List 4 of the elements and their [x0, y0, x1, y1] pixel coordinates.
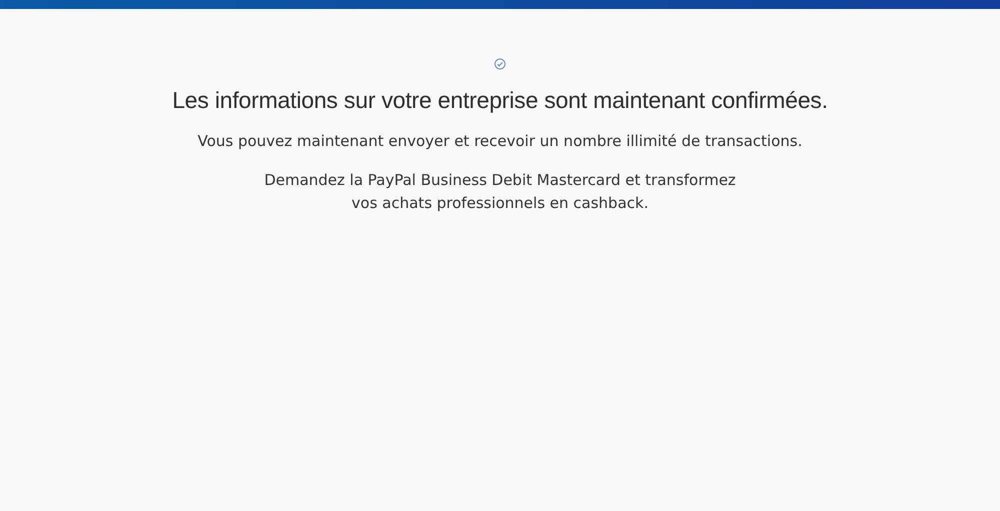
info-text: Demandez la PayPal Business Debit Mastercard et transformez vos achats professionnels en cashback.: [264, 170, 736, 214]
confirmation-heading: Les informations sur votre entreprise sont maintenant confirmées.: [172, 87, 828, 114]
info-text: Vous pouvez maintenant envoyer et recevoir un nombre illimité de transactions.: [198, 131, 802, 152]
check-icon: [494, 58, 506, 70]
